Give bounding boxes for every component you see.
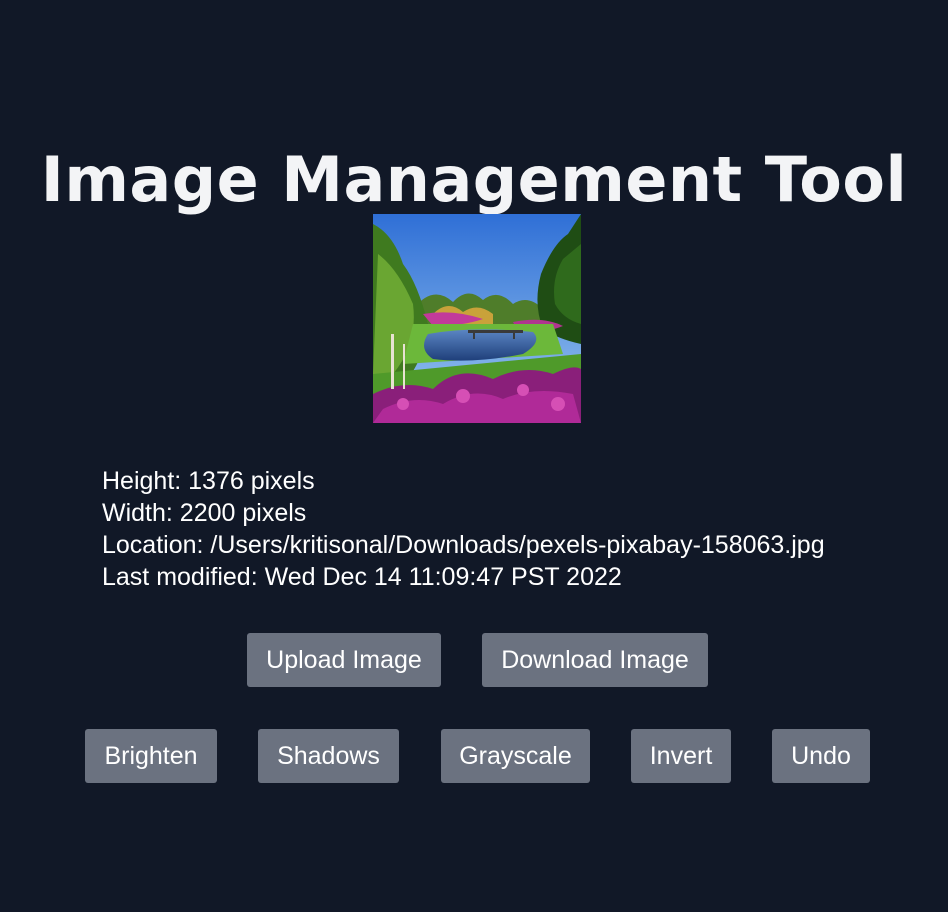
image-preview (373, 214, 581, 423)
image-last-modified: Last modified: Wed Dec 14 11:09:47 PST 2… (102, 563, 622, 591)
page-title: Image Management Tool (40, 142, 908, 216)
invert-button[interactable]: Invert (631, 729, 731, 783)
shadows-button[interactable]: Shadows (258, 729, 399, 783)
brighten-button[interactable]: Brighten (85, 729, 217, 783)
grayscale-button[interactable]: Grayscale (441, 729, 590, 783)
image-width: Width: 2200 pixels (102, 499, 307, 527)
upload-image-button[interactable]: Upload Image (247, 633, 441, 687)
download-image-button[interactable]: Download Image (482, 633, 708, 687)
undo-button[interactable]: Undo (772, 729, 870, 783)
image-location: Location: /Users/kritisonal/Downloads/pe… (102, 531, 825, 559)
landscape-photo (373, 214, 581, 423)
image-info: Height: 1376 pixels Width: 2200 pixels L… (102, 465, 825, 593)
image-height: Height: 1376 pixels (102, 467, 315, 495)
